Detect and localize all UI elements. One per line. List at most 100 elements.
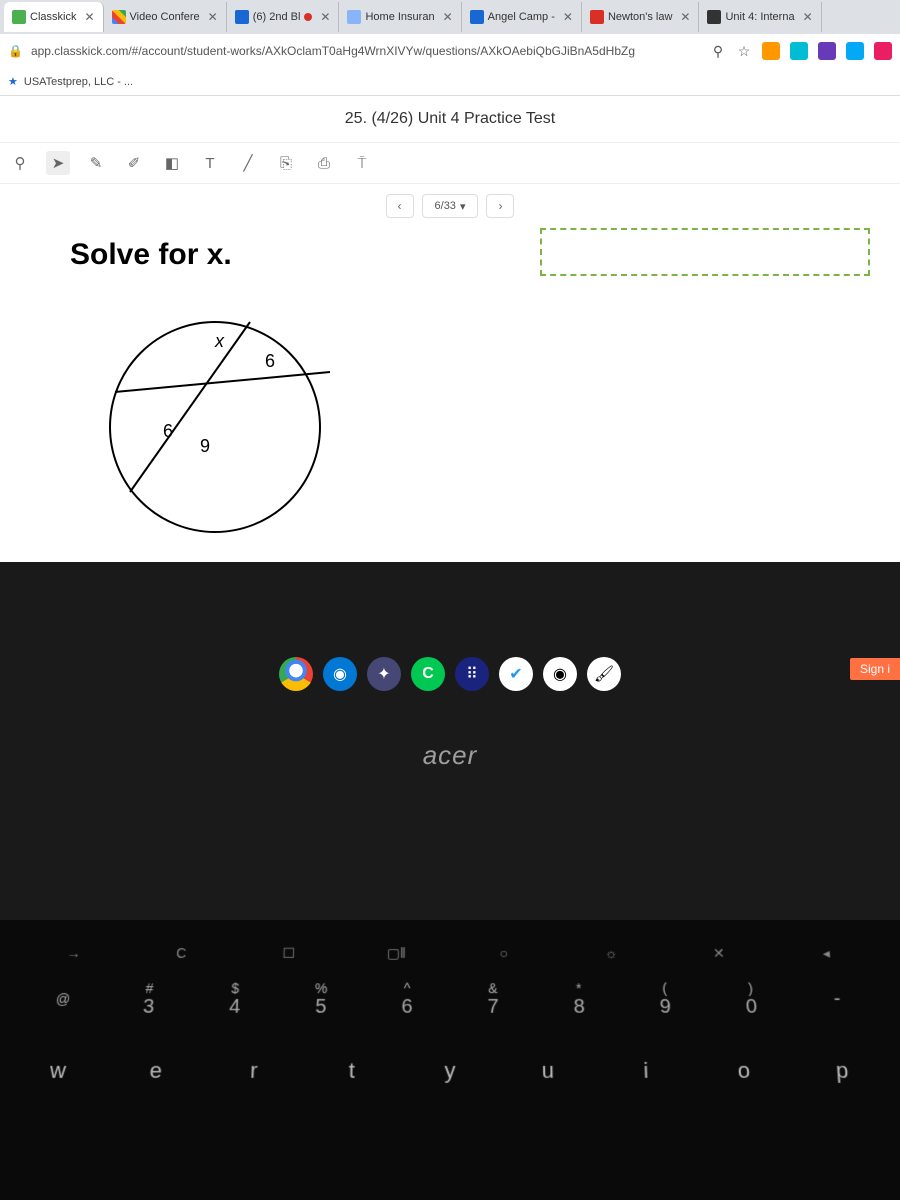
key-dash[interactable]: - — [801, 980, 874, 1017]
key-p[interactable]: p — [806, 1052, 879, 1090]
tab-video[interactable]: Video Confere ✕ — [104, 2, 227, 32]
key-6[interactable]: ^6 — [372, 980, 442, 1017]
apps-icon[interactable]: ⠿ — [455, 657, 489, 691]
key-fn[interactable]: C — [145, 935, 217, 972]
favicon — [235, 10, 249, 24]
mic-icon[interactable]: ⍑ — [350, 151, 374, 175]
close-icon[interactable]: ✕ — [563, 10, 573, 24]
star-icon[interactable]: ☆ — [736, 43, 752, 59]
close-icon[interactable]: ✕ — [443, 10, 453, 24]
taskbar: ◉ ✦ C ⠿ ✔ ◉ 🖌 — [0, 652, 900, 696]
tab-newton[interactable]: Newton's law ✕ — [582, 2, 700, 32]
key-8[interactable]: *8 — [544, 980, 615, 1017]
url-text[interactable]: app.classkick.com/#/account/student-work… — [31, 44, 702, 58]
key-9[interactable]: (9 — [629, 980, 700, 1017]
favicon — [707, 10, 721, 24]
chrome-icon[interactable] — [279, 657, 313, 691]
app-icon[interactable]: ◉ — [323, 657, 357, 691]
key-o[interactable]: o — [708, 1052, 780, 1090]
key-t[interactable]: t — [316, 1052, 387, 1090]
key-w[interactable]: w — [21, 1052, 94, 1090]
favicon — [590, 10, 604, 24]
extension-icon[interactable] — [846, 42, 864, 60]
key-5[interactable]: %5 — [285, 980, 356, 1017]
favicon — [112, 10, 126, 24]
favicon — [12, 10, 26, 24]
favicon — [470, 10, 484, 24]
key-4[interactable]: $4 — [199, 980, 270, 1017]
highlighter-icon[interactable]: ✐ — [122, 151, 146, 175]
next-button[interactable]: › — [486, 194, 514, 218]
close-icon[interactable]: ✕ — [84, 10, 94, 24]
tab-home[interactable]: Home Insuran ✕ — [339, 2, 461, 32]
tab-label: Home Insuran — [365, 11, 434, 23]
sign-in-button[interactable]: Sign i — [850, 658, 900, 680]
extension-icon[interactable] — [790, 42, 808, 60]
close-icon[interactable]: ✕ — [320, 10, 330, 24]
tab-label: Video Confere — [130, 11, 200, 23]
bookmark-icon: ★ — [8, 75, 18, 88]
bookmark-bar: ★ USATestprep, LLC - ... — [0, 68, 900, 96]
link-icon[interactable]: ⎘ — [274, 151, 298, 175]
toolbar: ⚲ ➤ ✎ ✐ ◧ T ╱ ⎘ ⎙ ⍑ — [0, 142, 900, 184]
close-icon[interactable]: ✕ — [208, 10, 218, 24]
key-fn[interactable]: ○ — [469, 935, 539, 972]
key-r[interactable]: r — [218, 1052, 289, 1090]
page-indicator[interactable]: 6/33 ▾ — [422, 194, 479, 218]
key-fn[interactable]: ◂ — [790, 935, 862, 972]
extension-icon[interactable] — [762, 42, 780, 60]
key-i[interactable]: i — [610, 1052, 681, 1090]
answer-box[interactable] — [540, 228, 870, 276]
text-icon[interactable]: T — [198, 151, 222, 175]
tab-angel[interactable]: Angel Camp - ✕ — [462, 2, 582, 32]
extension-icon[interactable] — [818, 42, 836, 60]
key-y[interactable]: y — [415, 1052, 485, 1090]
bookmark-link[interactable]: USATestprep, LLC - ... — [24, 76, 133, 88]
spiral-icon[interactable]: ◉ — [543, 657, 577, 691]
key-e[interactable]: e — [120, 1052, 192, 1090]
zoom-icon[interactable]: ⚲ — [8, 151, 32, 175]
tab-label: Newton's law — [608, 11, 672, 23]
close-icon[interactable]: ✕ — [680, 10, 690, 24]
key-fn[interactable]: ☐ — [253, 935, 324, 972]
question-title: Solve for x. — [70, 238, 340, 272]
prev-button[interactable]: ‹ — [386, 194, 414, 218]
url-bar: 🔒 app.classkick.com/#/account/student-wo… — [0, 34, 900, 68]
tab-2nd[interactable]: (6) 2nd Bl ✕ — [227, 2, 340, 32]
key-3[interactable]: #3 — [113, 980, 185, 1017]
line-icon[interactable]: ╱ — [236, 151, 260, 175]
key-fn[interactable]: ▢‖ — [361, 935, 431, 972]
pointer-icon[interactable]: ➤ — [46, 151, 70, 175]
classkick-icon[interactable]: C — [411, 657, 445, 691]
keyboard: → C ☐ ▢‖ ○ ☼ ✕ ◂ @ #3 $4 %5 ^6 &7 *8 (9 … — [0, 920, 900, 1200]
paint-icon[interactable]: 🖌 — [587, 657, 621, 691]
camera-icon[interactable]: ⎙ — [312, 151, 336, 175]
key-u[interactable]: u — [513, 1052, 584, 1090]
tab-label: Angel Camp - — [488, 11, 555, 23]
label-6a: 6 — [265, 351, 275, 371]
key-fn[interactable]: → — [37, 935, 109, 972]
tab-unit4[interactable]: Unit 4: Interna ✕ — [699, 2, 821, 32]
eraser-icon[interactable]: ◧ — [160, 151, 184, 175]
tab-label: Unit 4: Interna — [725, 11, 794, 23]
key-0[interactable]: )0 — [715, 980, 787, 1017]
laptop-brand: acer — [0, 740, 900, 771]
page-title: 25. (4/26) Unit 4 Practice Test — [0, 96, 900, 142]
tab-label: Classkick — [30, 11, 76, 23]
check-icon[interactable]: ✔ — [499, 657, 533, 691]
key-2[interactable]: @ — [27, 980, 100, 1017]
key-7[interactable]: &7 — [458, 980, 528, 1017]
content-area: Solve for x. x 6 6 9 — [0, 228, 900, 562]
circle-diagram: x 6 6 9 — [70, 292, 340, 542]
close-icon[interactable]: ✕ — [803, 10, 813, 24]
location-icon[interactable]: ⚲ — [710, 43, 726, 59]
tab-bar: Classkick ✕ Video Confere ✕ (6) 2nd Bl ✕… — [0, 0, 900, 34]
tab-classkick[interactable]: Classkick ✕ — [4, 2, 104, 32]
lock-icon: 🔒 — [8, 44, 23, 58]
key-fn[interactable]: ✕ — [683, 935, 755, 972]
pencil-icon[interactable]: ✎ — [84, 151, 108, 175]
tab-label: (6) 2nd Bl — [253, 11, 301, 23]
teams-icon[interactable]: ✦ — [367, 657, 401, 691]
key-fn[interactable]: ☼ — [576, 935, 647, 972]
extension-icon[interactable] — [874, 42, 892, 60]
